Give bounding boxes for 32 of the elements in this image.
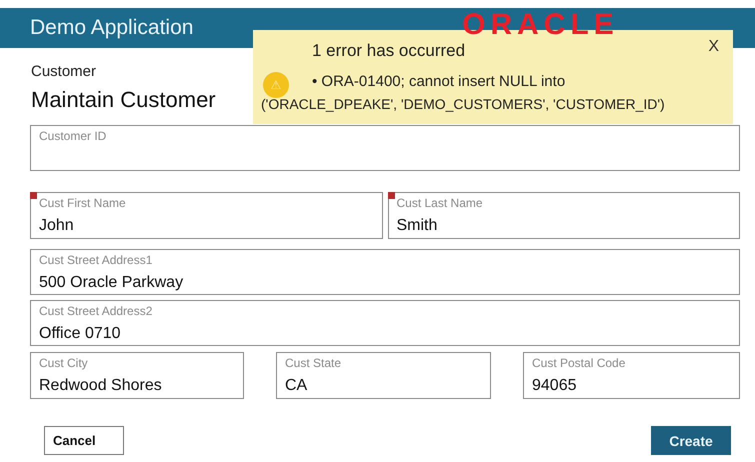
field-value: 500 Oracle Parkway [39, 274, 184, 292]
warning-icon: ⚠ [263, 72, 289, 98]
field-label: Cust Last Name [396, 196, 483, 210]
form-field[interactable]: Cust Postal Code 94065 [523, 352, 740, 399]
field-label: Cust Street Address2 [39, 304, 152, 318]
field-label: Cust Postal Code [532, 356, 626, 370]
close-button[interactable]: X [706, 36, 721, 58]
field-label: Customer ID [39, 129, 106, 143]
form-field[interactable]: Cust Street Address1 500 Oracle Parkway [30, 249, 740, 295]
form-field[interactable]: Cust First Name John [30, 192, 382, 239]
page-title: Maintain Customer [31, 87, 216, 112]
form-field[interactable]: Cust Street Address2 Office 0710 [30, 300, 740, 346]
field-value: John [39, 217, 74, 235]
breadcrumb: Customer [31, 63, 96, 80]
field-value: Smith [396, 217, 438, 235]
app-title: Demo Application [30, 16, 194, 40]
error-message: • ORA-01400; cannot insert NULL into [312, 73, 566, 90]
create-button[interactable]: Create [651, 426, 731, 455]
form-field[interactable]: Cust City Redwood Shores [30, 352, 244, 399]
field-label: Cust City [39, 356, 88, 370]
cancel-button[interactable]: Cancel [44, 426, 124, 455]
field-label: Cust First Name [39, 196, 126, 210]
field-value: Redwood Shores [39, 377, 162, 395]
form-field[interactable]: Cust Last Name Smith [388, 192, 740, 239]
field-value: CA [285, 377, 308, 395]
field-label: Cust State [285, 356, 342, 370]
error-title: 1 error has occurred [312, 41, 466, 61]
field-value: 94065 [532, 377, 576, 395]
error-detail: ('ORACLE_DPEAKE', 'DEMO_CUSTOMERS', 'CUSTOMER_ID') [261, 96, 665, 112]
form-field[interactable]: Cust State CA [276, 352, 491, 399]
field-value: Office 0710 [39, 325, 121, 343]
field-label: Cust Street Address1 [39, 253, 152, 267]
